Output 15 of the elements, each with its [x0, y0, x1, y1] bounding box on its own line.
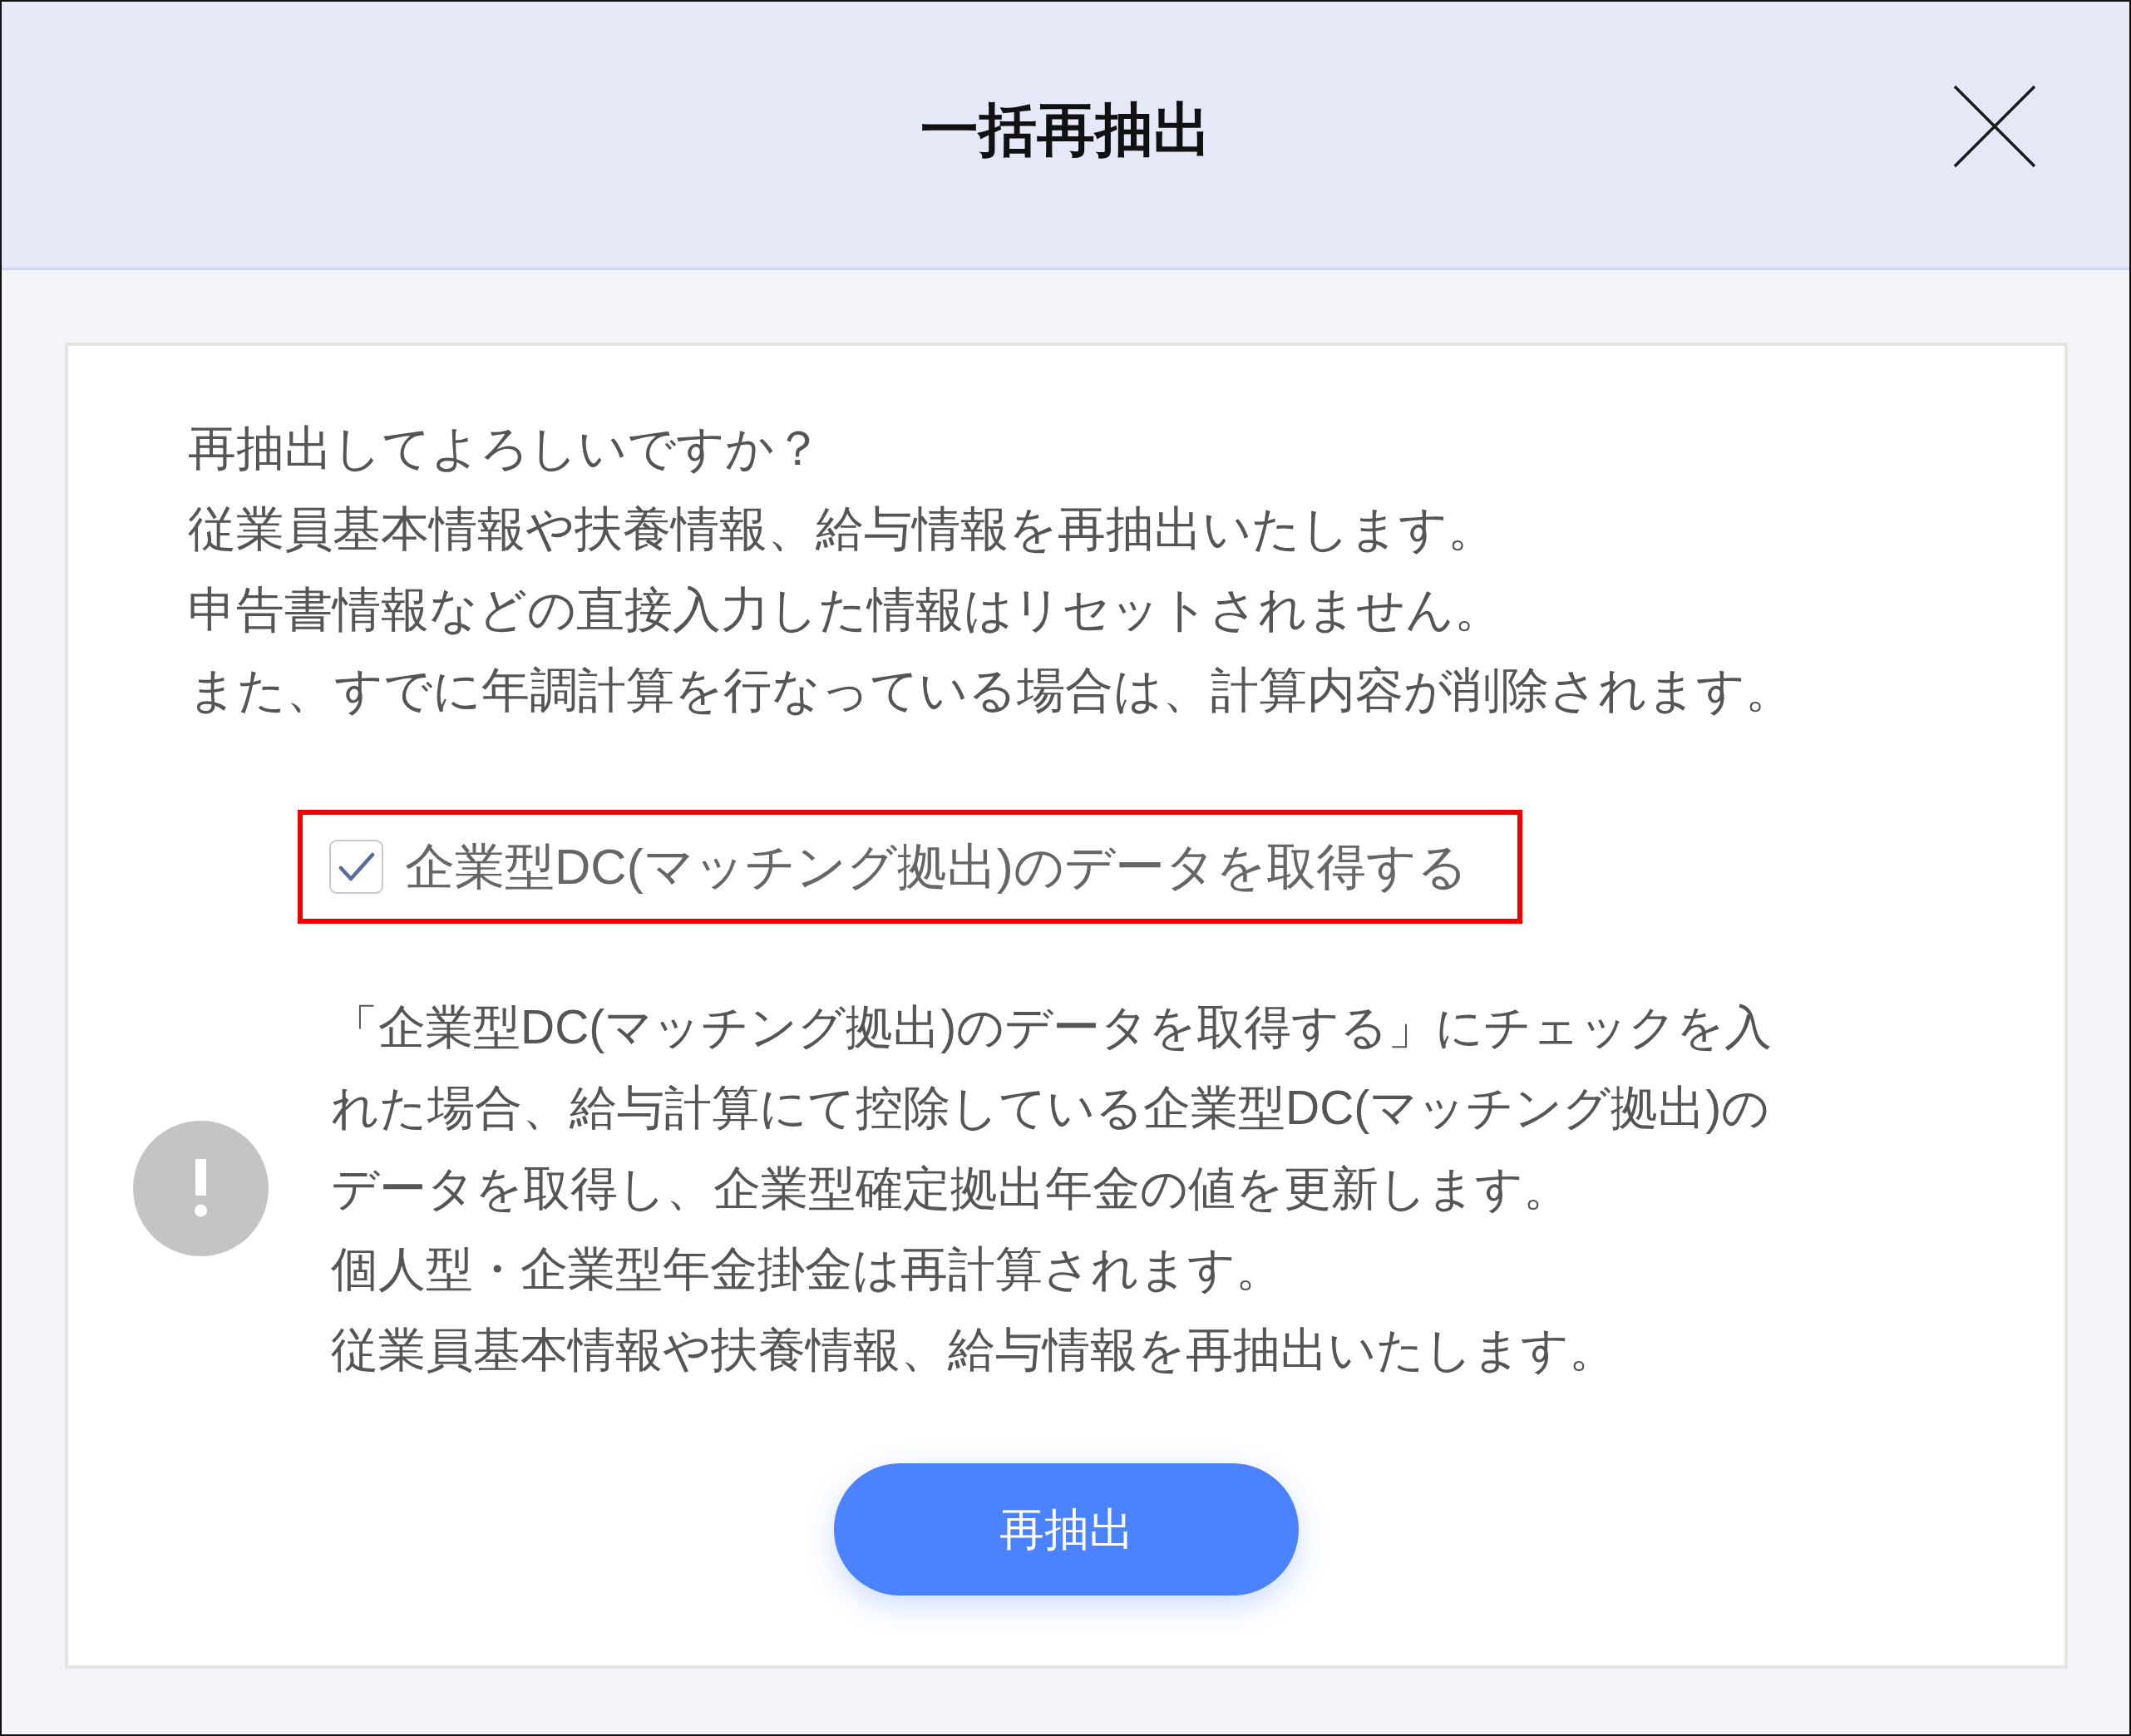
close-icon [1953, 85, 2036, 168]
notice-text: 個人型・企業型年金掛金は再計算されます。 [331, 1241, 1284, 1297]
exclamation-circle-icon [133, 1121, 269, 1256]
message-text: また、すでに年調計算を行なっている場合は、計算内容が削除されます。 [188, 662, 1794, 718]
message-text: 従業員基本情報や扶養情報、給与情報を再抽出いたします。 [188, 501, 1497, 557]
close-button[interactable] [1953, 85, 2036, 168]
dialog-title: 一括再抽出 [920, 96, 1211, 164]
checkbox[interactable] [329, 840, 383, 894]
notice-text: 従業員基本情報や扶養情報、給与情報を再抽出いたします。 [331, 1322, 1617, 1378]
notice-text: 「企業型DC(マッチング拠出)のデータを取得する」にチェックを入れた場合、給与計算にて控除している企業型DC(マッチング拠出)のデータを取得し、企業型確定拠出年金の値を更新します。 [331, 999, 1773, 1216]
message-text: 再抽出してよろしいですか？ [188, 420, 823, 476]
message-text: 申告書情報などの直接入力した情報はリセットされません。 [188, 581, 1503, 638]
reextract-button[interactable]: 再抽出 [834, 1463, 1299, 1595]
check-icon [338, 851, 375, 882]
checkbox-label[interactable]: 企業型DC(マッチング拠出)のデータを取得する [405, 826, 1468, 907]
